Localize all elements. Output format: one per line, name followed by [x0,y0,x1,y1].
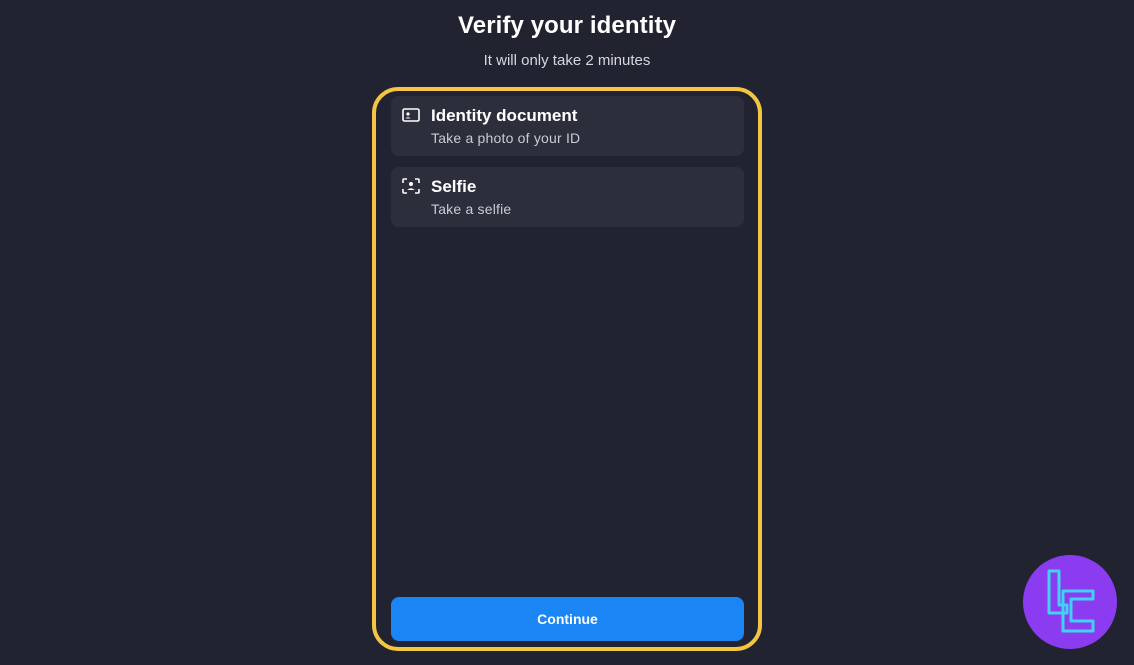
face-scan-icon [402,178,420,194]
page-title: Verify your identity [457,12,677,39]
step-description: Take a selfie [431,201,512,217]
step-title: Identity document [431,106,578,125]
continue-button[interactable]: Continue [391,597,744,641]
brand-logo-icon [1023,555,1117,649]
step-item-identity-document[interactable]: Identity document Take a photo of your I… [391,96,744,156]
id-card-icon [402,107,420,123]
step-title: Selfie [431,177,477,196]
step-description: Take a photo of your ID [431,130,581,146]
step-item-selfie[interactable]: Selfie Take a selfie [391,167,744,227]
page-subtitle: It will only take 2 minutes [483,52,651,69]
